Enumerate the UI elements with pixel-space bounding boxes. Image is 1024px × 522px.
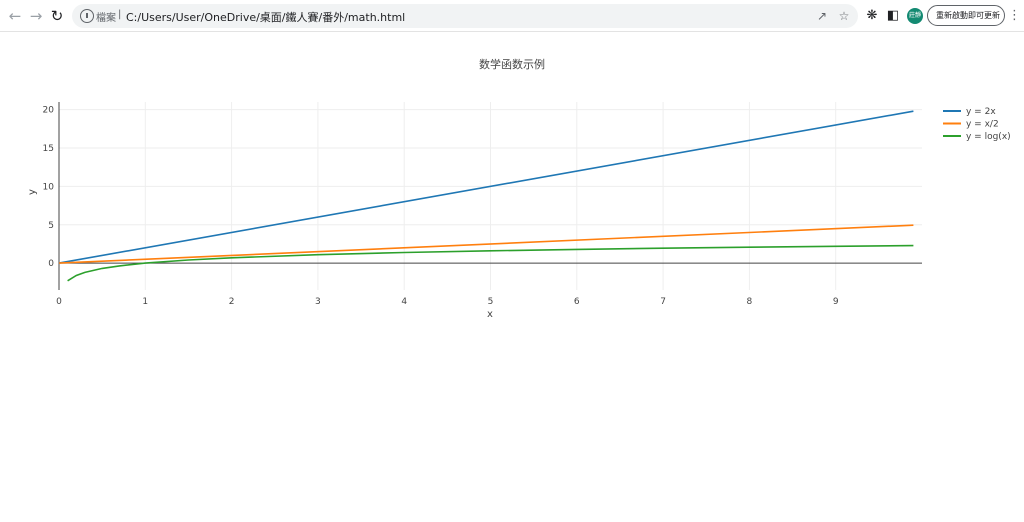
x-tick-label: 1 [142,297,148,307]
side-panel-icon[interactable]: ◧ [885,8,901,24]
x-tick-label: 8 [747,297,753,307]
profile-avatar[interactable]: 莊靜 [907,8,923,24]
y-tick-label: 0 [48,259,54,269]
legend-label-1[interactable]: y = 2x [966,107,996,117]
x-tick-label: 0 [56,297,62,307]
update-button[interactable]: 重新啟動即可更新 [927,5,1005,26]
y-tick-label: 20 [43,106,55,116]
x-axis-label: x [487,309,493,320]
series-line-1 [58,110,914,264]
menu-kebab-icon[interactable]: ⋮ [1008,8,1021,24]
y-tick-label: 10 [43,182,55,192]
grid-lines [59,102,922,290]
legend-label-3[interactable]: y = log(x) [966,132,1011,142]
x-tick-label: 4 [401,297,407,307]
address-bar[interactable]: 檔案 | C:/Users/User/OneDrive/桌面/鐵人賽/番外/ma… [72,4,858,28]
x-tick-label: 9 [833,297,839,307]
extensions-puzzle-icon[interactable]: ❋ [864,8,880,24]
y-tick-label: 15 [43,144,54,154]
x-tick-label: 5 [488,297,494,307]
y-tick-label: 5 [48,221,54,231]
back-arrow-icon[interactable]: ← [5,6,25,26]
series-line-2 [58,224,914,264]
legend-label-2[interactable]: y = x/2 [966,120,999,130]
browser-toolbar: ← → ↻ 檔案 | C:/Users/User/OneDrive/桌面/鐵人賽… [0,0,1024,32]
url-separator: | [118,9,122,20]
bookmark-star-icon[interactable]: ☆ [836,8,852,24]
forward-arrow-icon[interactable]: → [26,6,46,26]
x-tick-label: 2 [229,297,235,307]
info-icon[interactable] [80,9,94,23]
x-tick-label: 7 [660,297,666,307]
y-axis-label: y [27,189,38,195]
legend[interactable]: y = 2x y = x/2 y = log(x) [943,107,1011,142]
chart: 数学函数示例 0 1 2 3 4 5 6 7 8 905101520 x y y = 2xy = … [27,57,1011,320]
url-text[interactable]: C:/Users/User/OneDrive/桌面/鐵人賽/番外/math.ht… [126,9,405,25]
share-icon[interactable]: ↗ [814,8,830,24]
chart-title: 数学函数示例 [479,57,545,71]
series-lines [58,110,914,282]
x-tick-label: 3 [315,297,321,307]
x-tick-label: 6 [574,297,580,307]
url-scheme-label: 檔案 [96,13,116,24]
reload-icon[interactable]: ↻ [47,6,67,26]
